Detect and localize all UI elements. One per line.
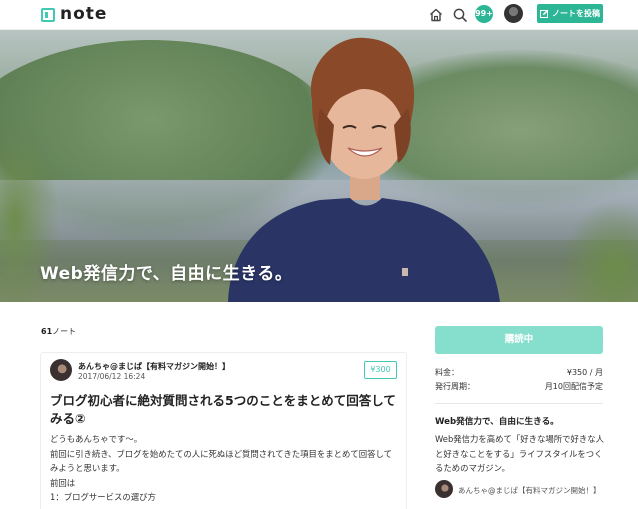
search-icon[interactable] — [452, 7, 468, 23]
excerpt-line: 前回に引き続き、ブログを始めたての人に死ぬほど質問されてきた項目をまとめて回答し… — [50, 448, 393, 459]
fee-row: 料金： ¥350 / 月 — [435, 367, 603, 378]
post-note-label: ノートを投稿 — [552, 9, 600, 18]
note-excerpt: どうもあんちゃです〜。 前回に引き続き、ブログを始めたての人に死ぬほど質問されて… — [50, 432, 402, 505]
cycle-label: 発行周期： — [435, 382, 475, 391]
home-icon[interactable] — [428, 7, 444, 23]
user-avatar[interactable] — [504, 4, 523, 23]
magazine-author-avatar[interactable] — [435, 480, 453, 498]
magazine-title-overlay: Web発信力で、自由に生きる。 — [40, 264, 293, 284]
price-badge: ¥300 — [364, 361, 397, 379]
note-card[interactable]: あんちゃ@まじぱ【有料マガジン開始！】 2017/06/12 16:24 ¥30… — [40, 352, 407, 509]
excerpt-line: 前回は — [50, 477, 76, 488]
sidebar-divider — [435, 403, 603, 404]
cycle-row: 発行周期： 月10回配信予定 — [435, 381, 603, 392]
magazine-header-image: Web発信力で、自由に生きる。 — [0, 30, 638, 302]
note-count: 61ノート — [41, 326, 76, 337]
fee-label: 料金： — [435, 368, 459, 377]
note-count-unit: ノート — [52, 327, 77, 336]
note-count-number: 61 — [41, 327, 53, 336]
subscribed-button[interactable]: 購読中 — [435, 326, 603, 354]
excerpt-line: 1：ブログサービスの選び方 — [50, 492, 156, 502]
top-nav: note 99+ ノートを投稿 — [0, 0, 638, 30]
magazine-description: Web発信力を高めて「好きな場所で好きな人と好きなことをする」ライフスタイルをつ… — [435, 434, 605, 473]
pen-icon — [540, 9, 549, 18]
author-avatar[interactable] — [50, 359, 72, 381]
author-name[interactable]: あんちゃ@まじぱ【有料マガジン開始！】 — [78, 361, 230, 372]
post-date: 2017/06/12 16:24 — [78, 372, 146, 381]
fee-value: ¥350 / 月 — [566, 368, 603, 377]
cycle-value: 月10回配信予定 — [544, 382, 603, 391]
logo-text: note — [60, 4, 108, 24]
magazine-title: Web発信力で、自由に生きる。 — [435, 417, 559, 427]
magazine-author-name[interactable]: あんちゃ@まじぱ【有料マガジン開始！】 — [458, 485, 601, 496]
note-logo[interactable]: note — [41, 6, 107, 23]
note-title[interactable]: ブログ初心者に絶対質問される5つのことをまとめて回答してみる② — [50, 392, 400, 428]
notifications-badge[interactable]: 99+ — [475, 5, 493, 23]
note-logo-icon — [41, 7, 55, 22]
post-note-button[interactable]: ノートを投稿 — [537, 4, 603, 23]
excerpt-line: みようと思います。 — [50, 463, 125, 473]
excerpt-line: どうもあんちゃです〜。 — [50, 434, 143, 444]
